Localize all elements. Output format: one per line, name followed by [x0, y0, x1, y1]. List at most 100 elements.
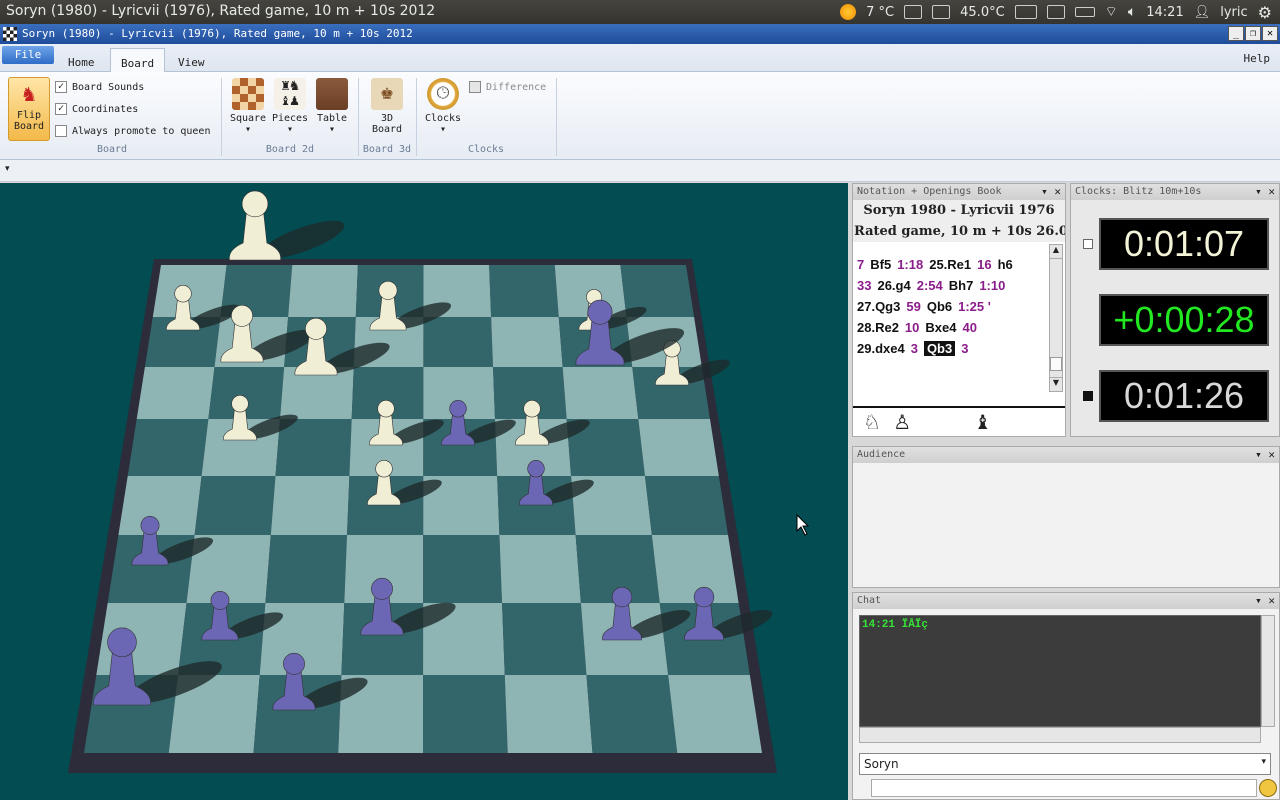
black-pawn-top[interactable]	[371, 577, 393, 600]
battery-icon[interactable]	[1074, 7, 1095, 17]
restore-button[interactable]: ❐	[1245, 26, 1261, 41]
move-line[interactable]: 33 26.g4 2:54 Bh7 1:10	[857, 275, 1047, 296]
keyboard-icon[interactable]	[1014, 5, 1037, 19]
black-pawn-top[interactable]	[449, 400, 467, 418]
white-pawn-top[interactable]	[231, 395, 249, 413]
file-menu-button[interactable]: File	[2, 46, 54, 64]
board-square[interactable]	[118, 476, 202, 535]
pane-menu-close-icon[interactable]: ▾ ✕	[1255, 594, 1275, 607]
square-button[interactable]: Square ▾	[228, 78, 268, 135]
cpu-icon[interactable]	[932, 5, 951, 19]
board-square[interactable]	[491, 317, 563, 367]
board-sounds-checkbox[interactable]: ✓ Board Sounds	[55, 81, 144, 93]
white-pawn-top[interactable]	[377, 400, 395, 418]
clipboard-icon[interactable]	[904, 5, 923, 19]
weather-text[interactable]: 7 °C	[866, 5, 894, 20]
help-link[interactable]: Help	[1244, 52, 1271, 65]
flip-board-button[interactable]: ♞ Flip Board	[8, 77, 50, 141]
board-square[interactable]	[504, 675, 593, 753]
emoticon-icon[interactable]	[1259, 779, 1277, 797]
checkmark-icon: ✓	[55, 103, 67, 115]
difference-checkbox[interactable]: Difference	[469, 81, 546, 93]
gear-icon[interactable]: ⚙	[1258, 3, 1272, 22]
board-square[interactable]	[136, 367, 215, 419]
pieces-button[interactable]: ♜♞ ♝♟ Pieces ▾	[270, 78, 310, 136]
board-square[interactable]	[127, 419, 209, 476]
pane-menu-close-icon[interactable]: ▾ ✕	[1041, 185, 1061, 198]
os-user[interactable]: lyric	[1220, 5, 1247, 20]
board-square[interactable]	[489, 265, 559, 317]
board-square[interactable]	[265, 535, 348, 603]
minimize-button[interactable]: _	[1228, 26, 1244, 41]
chat-log[interactable]: 14:21 ÏÅÏç	[859, 615, 1261, 727]
black-rook-top[interactable]	[107, 627, 137, 658]
move-list[interactable]: 7 Bf5 1:18 25.Re1 16 h6 33 26.g4 2:54 Bh7 1:10 27…	[857, 254, 1047, 359]
board-square[interactable]	[208, 367, 285, 419]
cpu-temp-text[interactable]: 45.0°C	[960, 5, 1005, 20]
move-line[interactable]: 27.Qg3 59 Qb6 1:25 '	[857, 296, 1047, 317]
board-square[interactable]	[502, 603, 587, 675]
board-square[interactable]	[423, 675, 508, 753]
board-square[interactable]	[644, 476, 729, 535]
current-move[interactable]: Qb3	[923, 341, 956, 356]
white-queen-top[interactable]	[231, 304, 253, 327]
white-pawn-top[interactable]	[523, 400, 541, 418]
scroll-up-icon[interactable]: ▲	[1050, 245, 1062, 259]
board-square[interactable]	[194, 476, 276, 535]
board-3d-button[interactable]: ♚ 3D Board	[366, 78, 408, 135]
white-knight-top[interactable]	[305, 317, 327, 340]
board-square[interactable]	[499, 535, 581, 603]
table-button[interactable]: Table ▾	[312, 78, 352, 135]
black-pawn-top[interactable]	[693, 586, 715, 608]
pawn-icon: ♙	[893, 410, 912, 434]
tab-view[interactable]: View	[168, 48, 215, 72]
pane-menu-close-icon[interactable]: ▾ ✕	[1255, 185, 1275, 198]
chevron-down-icon[interactable]: ▾	[1261, 757, 1266, 767]
volume-icon[interactable]: 🔈︎	[1128, 4, 1136, 20]
chat-hscroll[interactable]	[859, 727, 1261, 743]
clocks-button[interactable]: 🕒︎ Clocks ▾	[422, 78, 464, 135]
pane-menu-close-icon[interactable]: ▾ ✕	[1255, 448, 1275, 461]
white-pawn-top[interactable]	[375, 460, 393, 478]
notation-header: Notation + Openings Book ▾ ✕	[853, 184, 1065, 200]
quick-access-dropdown-icon[interactable]: ▾	[5, 164, 10, 174]
black-pawn-top[interactable]	[140, 515, 160, 535]
os-clock[interactable]: 14:21	[1146, 5, 1183, 20]
move-line[interactable]: 7 Bf5 1:18 25.Re1 16 h6	[857, 254, 1047, 275]
move-line[interactable]: 28.Re2 10 Bxe4 40	[857, 317, 1047, 338]
mail-icon[interactable]	[1046, 5, 1065, 19]
board-square[interactable]	[586, 675, 678, 753]
board-square[interactable]	[562, 367, 639, 419]
white-pawn-top[interactable]	[174, 285, 192, 303]
black-pawn-top[interactable]	[611, 586, 633, 608]
tab-board[interactable]: Board	[110, 48, 166, 72]
board-drawing[interactable]	[0, 183, 848, 800]
move-line[interactable]: 29.dxe4 3 Qb3 3	[857, 338, 1047, 359]
close-window-button[interactable]: ✕	[1262, 26, 1278, 41]
scroll-thumb[interactable]	[1050, 357, 1062, 371]
coordinates-checkbox[interactable]: ✓ Coordinates	[55, 103, 138, 115]
tab-home[interactable]: Home	[58, 48, 105, 72]
wifi-icon[interactable]: ⌔	[1105, 3, 1118, 21]
black-queen-top[interactable]	[587, 299, 613, 325]
board-square[interactable]	[638, 419, 719, 476]
chess-board-3d[interactable]	[0, 183, 848, 800]
black-pawn-top[interactable]	[527, 460, 545, 478]
board-square[interactable]	[668, 675, 762, 753]
chat-vscroll[interactable]	[1261, 615, 1275, 727]
board-square[interactable]	[423, 535, 503, 603]
chat-message-input[interactable]	[871, 779, 1257, 797]
board-square[interactable]	[270, 476, 350, 535]
always-promote-checkbox[interactable]: Always promote to queen	[55, 125, 210, 137]
black-pawn-top[interactable]	[210, 590, 230, 610]
chat-recipient-select[interactable]: Soryn ▾	[859, 753, 1271, 775]
scroll-down-icon[interactable]: ▼	[1050, 377, 1062, 391]
user-icon[interactable]: 👤︎	[1194, 5, 1211, 20]
notation-scrollbar[interactable]: ▲ ▼	[1049, 244, 1063, 392]
white-king-top[interactable]	[241, 190, 269, 218]
board-square[interactable]	[288, 265, 358, 317]
black-rook-top[interactable]	[283, 652, 305, 675]
board-square[interactable]	[423, 317, 494, 367]
weather-icon[interactable]	[840, 4, 857, 20]
white-pawn-top[interactable]	[378, 280, 398, 300]
